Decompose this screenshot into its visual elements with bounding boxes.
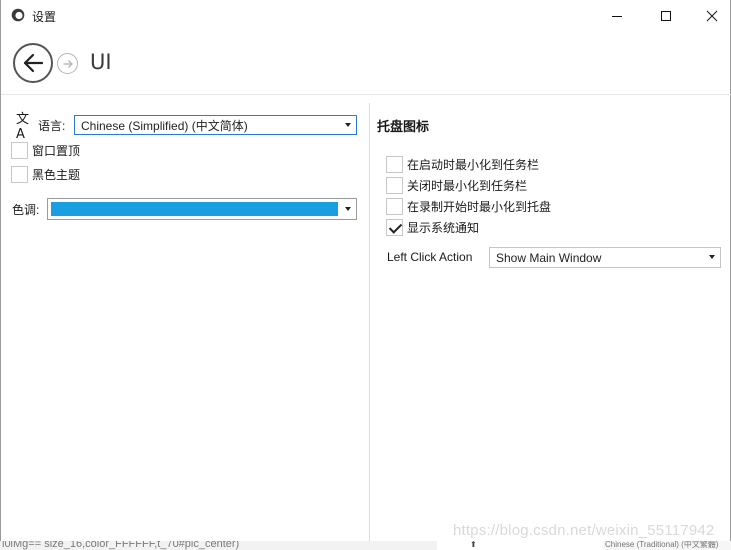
language-label: 语言:	[38, 118, 66, 133]
background-select-text: Chinese (Traditional) (中文繁體)	[603, 541, 731, 550]
page-header: UI	[1, 31, 731, 93]
checkbox-label: 在录制开始时最小化到托盘	[407, 199, 552, 214]
minimize-on-startup-checkbox[interactable]: 在启动时最小化到任务栏	[386, 155, 539, 173]
chevron-down-icon	[709, 255, 715, 259]
language-select-value: Chinese (Simplified) (中文简体)	[81, 118, 248, 133]
close-button[interactable]	[689, 0, 731, 31]
translate-icon: 文A	[16, 112, 30, 142]
minimize-icon	[612, 15, 622, 17]
accent-color-swatch	[51, 202, 338, 216]
checkbox-box-checked[interactable]	[386, 218, 403, 236]
left-click-action-select[interactable]: Show Main Window	[489, 247, 721, 268]
minimize-on-close-checkbox[interactable]: 关闭时最小化到任务栏	[386, 176, 527, 194]
back-button[interactable]	[13, 43, 53, 83]
checkbox-label: 窗口置顶	[32, 143, 81, 158]
chevron-down-icon	[345, 207, 351, 211]
checkbox-label: 黑色主题	[32, 167, 81, 182]
checkbox-box[interactable]	[11, 165, 28, 183]
accent-color-select[interactable]	[47, 198, 357, 220]
checkbox-box[interactable]	[11, 141, 28, 159]
dark-theme-checkbox[interactable]: 黑色主题	[11, 165, 80, 183]
language-row: 文A 语言:	[16, 112, 66, 142]
forward-button[interactable]	[57, 53, 78, 74]
checkbox-box[interactable]	[386, 155, 403, 173]
background-strip: l0lMg== size_16,color_FFFFFF,t_70#pic_ce…	[0, 541, 731, 550]
arrow-left-icon	[23, 53, 44, 73]
watermark-text: https://blog.csdn.net/weixin_55117942	[453, 522, 715, 539]
background-glyph: ⬆	[470, 541, 477, 549]
checkbox-label: 显示系统通知	[407, 220, 480, 235]
checkbox-label: 在启动时最小化到任务栏	[407, 157, 540, 172]
background-text: l0lMg== size_16,color_FFFFFF,t_70#pic_ce…	[0, 541, 437, 550]
settings-window: 设置 UI 文A 语言: Chinese (Simplified) (中文简体)…	[0, 0, 731, 550]
close-icon	[706, 10, 718, 21]
left-click-action-value: Show Main Window	[496, 250, 602, 265]
left-click-action-label: Left Click Action	[387, 250, 473, 264]
chevron-down-icon	[345, 123, 351, 127]
app-ring-icon	[11, 8, 25, 22]
show-notifications-checkbox[interactable]: 显示系统通知	[386, 218, 479, 236]
page-title: UI	[90, 50, 112, 74]
accent-color-label: 色调:	[12, 203, 40, 217]
checkbox-box[interactable]	[386, 176, 403, 194]
maximize-icon	[661, 10, 671, 21]
maximize-button[interactable]	[643, 0, 689, 31]
always-on-top-checkbox[interactable]: 窗口置顶	[11, 141, 80, 159]
column-divider	[369, 103, 370, 541]
window-title: 设置	[32, 10, 57, 24]
minimize-on-record-checkbox[interactable]: 在录制开始时最小化到托盘	[386, 197, 551, 215]
header-divider	[1, 94, 731, 95]
tray-section-title: 托盘图标	[377, 119, 430, 134]
title-bar[interactable]: 设置	[1, 0, 731, 31]
minimize-button[interactable]	[594, 0, 640, 31]
checkbox-box[interactable]	[386, 197, 403, 215]
language-select[interactable]: Chinese (Simplified) (中文简体)	[74, 115, 357, 135]
arrow-right-icon	[63, 59, 73, 68]
checkbox-label: 关闭时最小化到任务栏	[407, 178, 528, 193]
